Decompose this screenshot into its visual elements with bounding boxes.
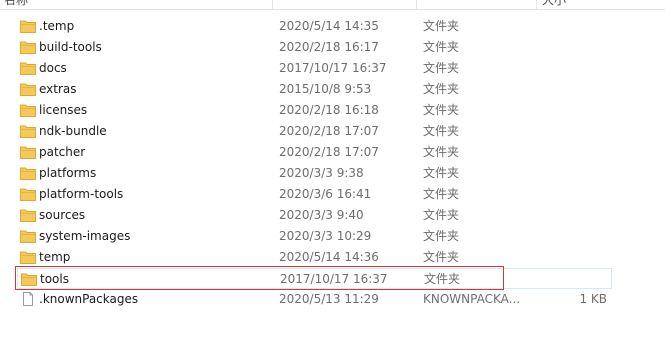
file-type: 文件夹: [423, 103, 460, 117]
file-date: 2020/5/13 11:29: [279, 292, 379, 306]
file-row[interactable]: platforms 2020/3/3 9:38 文件夹: [17, 163, 612, 184]
file-date: 2017/10/17 16:37: [279, 61, 387, 75]
file-row[interactable]: platform-tools 2020/3/6 16:41 文件夹: [17, 184, 612, 205]
column-divider[interactable]: [272, 0, 273, 9]
file-date: 2020/3/3 10:29: [279, 229, 372, 243]
file-row[interactable]: system-images 2020/3/3 10:29 文件夹: [17, 226, 612, 247]
folder-icon: [20, 229, 36, 243]
file-date: 2020/2/18 16:18: [279, 103, 379, 117]
file-name: build-tools: [39, 40, 102, 54]
file-size: 1 KB: [579, 292, 607, 306]
file-name: temp: [39, 250, 71, 264]
folder-icon: [20, 187, 36, 201]
file-name: .knownPackages: [39, 292, 139, 306]
folder-icon: [20, 82, 36, 96]
file-type: 文件夹: [423, 40, 460, 54]
file-date: 2020/2/18 17:07: [279, 124, 379, 138]
folder-icon: [20, 103, 36, 117]
file-name: platform-tools: [39, 187, 124, 201]
file-type: 文件夹: [424, 272, 461, 286]
file-name: tools: [40, 272, 69, 286]
column-divider[interactable]: [416, 0, 417, 9]
file-date: 2020/3/6 16:41: [279, 187, 372, 201]
file-row[interactable]: sources 2020/3/3 9:40 文件夹: [17, 205, 612, 226]
file-type: 文件夹: [423, 61, 460, 75]
file-type: KNOWNPACKA...: [423, 292, 521, 306]
folder-icon: [20, 61, 36, 75]
file-type: 文件夹: [423, 19, 460, 33]
file-name: licenses: [39, 103, 88, 117]
folder-icon: [20, 40, 36, 54]
file-name: extras: [39, 82, 77, 96]
column-header: 名称 大小: [0, 0, 665, 10]
file-type: 文件夹: [423, 229, 460, 243]
column-header-size[interactable]: 大小: [538, 0, 566, 9]
file-date: 2017/10/17 16:37: [280, 272, 388, 286]
file-row[interactable]: patcher 2020/2/18 17:07 文件夹: [17, 142, 612, 163]
folder-icon: [20, 208, 36, 222]
file-name: ndk-bundle: [39, 124, 107, 138]
file-name: patcher: [39, 145, 86, 159]
file-type: 文件夹: [423, 250, 460, 264]
file-name: system-images: [39, 229, 131, 243]
file-row[interactable]: .temp 2020/5/14 14:35 文件夹: [17, 16, 612, 37]
folder-icon: [20, 124, 36, 138]
file-row[interactable]: docs 2017/10/17 16:37 文件夹: [17, 58, 612, 79]
file-row-hovered[interactable]: tools 2017/10/17 16:37 文件夹: [17, 268, 612, 289]
file-date: 2020/5/14 14:36: [279, 250, 379, 264]
column-divider[interactable]: [536, 0, 537, 9]
file-row[interactable]: licenses 2020/2/18 16:18 文件夹: [17, 100, 612, 121]
file-icon: [20, 292, 36, 306]
folder-icon: [20, 19, 36, 33]
file-name: .temp: [39, 19, 75, 33]
file-row[interactable]: .knownPackages 2020/5/13 11:29 KNOWNPACK…: [17, 289, 612, 310]
file-date: 2020/3/3 9:38: [279, 166, 364, 180]
file-row[interactable]: temp 2020/5/14 14:36 文件夹: [17, 247, 612, 268]
file-name: docs: [39, 61, 67, 75]
file-date: 2020/2/18 16:17: [279, 40, 379, 54]
file-type: 文件夹: [423, 82, 460, 96]
folder-icon: [20, 250, 36, 264]
file-date: 2020/2/18 17:07: [279, 145, 379, 159]
file-date: 2020/5/14 14:35: [279, 19, 379, 33]
file-date: 2015/10/8 9:53: [279, 82, 372, 96]
column-header-type[interactable]: [420, 0, 424, 9]
file-row[interactable]: extras 2015/10/8 9:53 文件夹: [17, 79, 612, 100]
column-header-name[interactable]: 名称: [0, 0, 28, 9]
file-date: 2020/3/3 9:40: [279, 208, 364, 222]
file-name: sources: [39, 208, 86, 222]
file-type: 文件夹: [423, 187, 460, 201]
folder-icon: [20, 145, 36, 159]
file-name: platforms: [39, 166, 97, 180]
file-row[interactable]: build-tools 2020/2/18 16:17 文件夹: [17, 37, 612, 58]
folder-icon: [20, 166, 36, 180]
file-type: 文件夹: [423, 208, 460, 222]
file-type: 文件夹: [423, 124, 460, 138]
file-type: 文件夹: [423, 145, 460, 159]
file-row[interactable]: ndk-bundle 2020/2/18 17:07 文件夹: [17, 121, 612, 142]
file-type: 文件夹: [423, 166, 460, 180]
folder-icon: [21, 272, 37, 286]
column-header-date[interactable]: [276, 0, 280, 9]
